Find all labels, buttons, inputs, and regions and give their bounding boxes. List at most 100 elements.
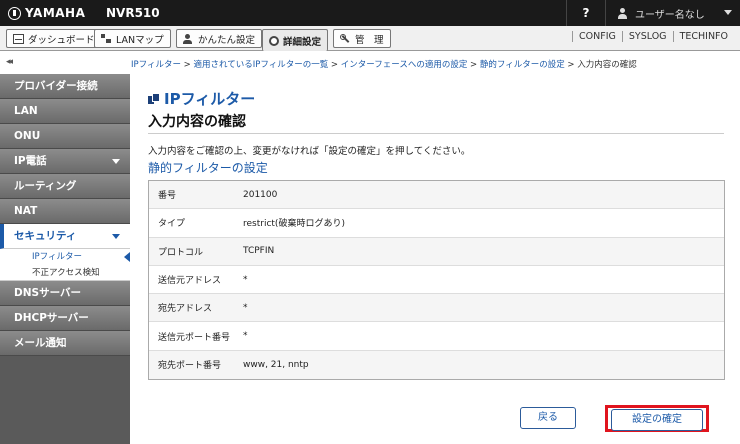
lan-map-icon	[101, 33, 112, 44]
page-category: IPフィルター	[148, 88, 255, 109]
sidebar-item-label: プロバイダー接続	[14, 80, 98, 92]
model-name: NVR510	[106, 6, 160, 20]
sidebar-item-ip-phone[interactable]: IP電話	[0, 149, 130, 174]
breadcrumb-separator: >	[328, 60, 341, 70]
table-row: 宛先アドレス *	[149, 294, 724, 323]
dashboard-icon	[13, 33, 24, 44]
sidebar-item-lan[interactable]: LAN	[0, 99, 130, 124]
breadcrumb: IPフィルター > 適用されているIPフィルターの一覧 > インターフェースへの…	[131, 58, 637, 70]
table-row: 宛先ポート番号 www, 21, nntp	[149, 350, 724, 380]
wizard-icon	[183, 33, 194, 44]
tab-label: 管 理	[355, 34, 384, 46]
sidebar-item-dns-server[interactable]: DNSサーバー	[0, 281, 130, 306]
section-title: 静的フィルターの設定	[148, 161, 268, 175]
confirm-highlight: 設定の確定	[605, 405, 709, 432]
breadcrumb-ip-filter[interactable]: IPフィルター	[131, 60, 181, 70]
row-value: restrict(破棄時ログあり)	[243, 219, 345, 230]
row-value: www, 21, nntp	[243, 359, 309, 370]
sidebar-item-security[interactable]: セキュリティ	[0, 224, 130, 249]
confirm-table: 番号 201100 タイプ restrict(破棄時ログあり) プロトコル TC…	[148, 180, 725, 381]
sidebar-item-label: ONU	[14, 130, 41, 142]
techinfo-link[interactable]: TECHINFO	[672, 31, 734, 42]
filter-icon	[148, 93, 160, 104]
sidebar-item-dhcp-server[interactable]: DHCPサーバー	[0, 306, 130, 331]
tab-label: ダッシュボード	[28, 34, 95, 46]
breadcrumb-static-filter[interactable]: 静的フィルターの設定	[480, 60, 565, 70]
back-button[interactable]: 戻る	[520, 407, 576, 429]
sidebar-item-label: ルーティング	[14, 180, 77, 192]
page-title: 入力内容の確認	[148, 114, 246, 130]
row-label: タイプ	[158, 219, 186, 230]
sidebar: プロバイダー接続 LAN ONU IP電話 ルーティング NAT セキュリティ …	[0, 74, 130, 444]
table-row: タイプ restrict(破棄時ログあり)	[149, 209, 724, 238]
help-button[interactable]: ?	[566, 0, 606, 26]
sidebar-item-label: メール通知	[14, 337, 67, 349]
breadcrumb-separator: >	[564, 60, 578, 70]
row-label: 送信元アドレス	[158, 276, 222, 287]
sidebar-item-onu[interactable]: ONU	[0, 124, 130, 149]
table-row: 送信元ポート番号 *	[149, 322, 724, 351]
sidebar-subitem-ip-filter[interactable]: IPフィルター	[0, 249, 130, 265]
sidebar-subitem-intrusion-detection[interactable]: 不正アクセス検知	[0, 265, 130, 281]
main-content: IPフィルター 入力内容の確認 入力内容をご確認の上、変更がなければ「設定の確定…	[130, 74, 740, 444]
row-value: TCPFIN	[243, 246, 275, 257]
tool-icon	[340, 33, 351, 44]
row-value: 201100	[243, 189, 278, 200]
tab-label: かんたん設定	[198, 34, 256, 46]
sidebar-item-routing[interactable]: ルーティング	[0, 174, 130, 199]
row-value: *	[243, 302, 248, 313]
row-value: *	[243, 331, 248, 342]
sidebar-item-label: DHCPサーバー	[14, 312, 89, 324]
breadcrumb-separator: >	[180, 60, 194, 70]
syslog-link[interactable]: SYSLOG	[621, 31, 673, 42]
title-divider	[148, 133, 724, 134]
brand-name: YAMAHA	[25, 6, 86, 20]
page-category-label: IPフィルター	[164, 90, 256, 108]
breadcrumb-separator: >	[467, 60, 480, 70]
row-label: 宛先アドレス	[158, 304, 213, 315]
sidebar-item-label: LAN	[14, 105, 38, 117]
user-icon	[618, 7, 627, 19]
row-label: プロトコル	[158, 247, 204, 258]
breadcrumb-current: 入力内容の確認	[577, 60, 637, 70]
tab-dashboard[interactable]: ダッシュボード	[6, 29, 102, 48]
top-bar: YAMAHA NVR510 ? ユーザー名なし	[0, 0, 740, 26]
sidebar-item-label: NAT	[14, 205, 38, 217]
config-link[interactable]: CONFIG	[572, 31, 622, 42]
row-value: *	[243, 274, 248, 285]
row-label: 宛先ポート番号	[158, 361, 222, 372]
chevron-down-icon	[112, 234, 120, 239]
tab-easy-setup[interactable]: かんたん設定	[176, 29, 263, 48]
chevron-down-icon	[112, 159, 120, 164]
header-links: CONFIG SYSLOG TECHINFO	[572, 31, 734, 42]
chevron-down-icon	[724, 10, 732, 15]
tab-advanced-settings[interactable]: 詳細設定	[262, 29, 329, 51]
sidebar-item-provider[interactable]: プロバイダー接続	[0, 74, 130, 99]
main-tabs: ダッシュボード LANマップ かんたん設定 詳細設定 管 理 CONFIG SY…	[0, 26, 740, 51]
tab-management[interactable]: 管 理	[333, 29, 391, 48]
breadcrumb-row: ◂◂ IPフィルター > 適用されているIPフィルターの一覧 > インターフェー…	[0, 52, 740, 74]
tab-label: 詳細設定	[283, 36, 322, 48]
tab-label: LANマップ	[116, 34, 164, 46]
gear-icon	[269, 35, 279, 46]
sidebar-item-label: セキュリティ	[14, 230, 77, 242]
collapse-sidebar-icon[interactable]: ◂◂	[6, 57, 13, 67]
sidebar-item-mail-notify[interactable]: メール通知	[0, 331, 130, 356]
confirm-settings-button[interactable]: 設定の確定	[611, 409, 703, 431]
row-label: 送信元ポート番号	[158, 332, 231, 343]
table-row: 送信元アドレス *	[149, 265, 724, 295]
user-name: ユーザー名なし	[635, 9, 705, 21]
breadcrumb-interface-apply[interactable]: インターフェースへの適用の設定	[341, 60, 468, 70]
table-row: プロトコル TCPFIN	[149, 237, 724, 266]
table-row: 番号 201100	[149, 181, 724, 210]
brand-logo: YAMAHA	[8, 6, 85, 20]
sidebar-item-nat[interactable]: NAT	[0, 199, 130, 224]
row-label: 番号	[158, 191, 177, 202]
tab-lan-map[interactable]: LANマップ	[94, 29, 171, 48]
yamaha-logo-icon	[8, 6, 21, 20]
sidebar-item-label: DNSサーバー	[14, 287, 81, 299]
instruction-text: 入力内容をご確認の上、変更がなければ「設定の確定」を押してください。	[148, 146, 471, 157]
sidebar-item-label: IP電話	[14, 155, 47, 167]
user-menu[interactable]: ユーザー名なし	[606, 0, 740, 26]
breadcrumb-applied-filters[interactable]: 適用されているIPフィルターの一覧	[194, 60, 329, 70]
